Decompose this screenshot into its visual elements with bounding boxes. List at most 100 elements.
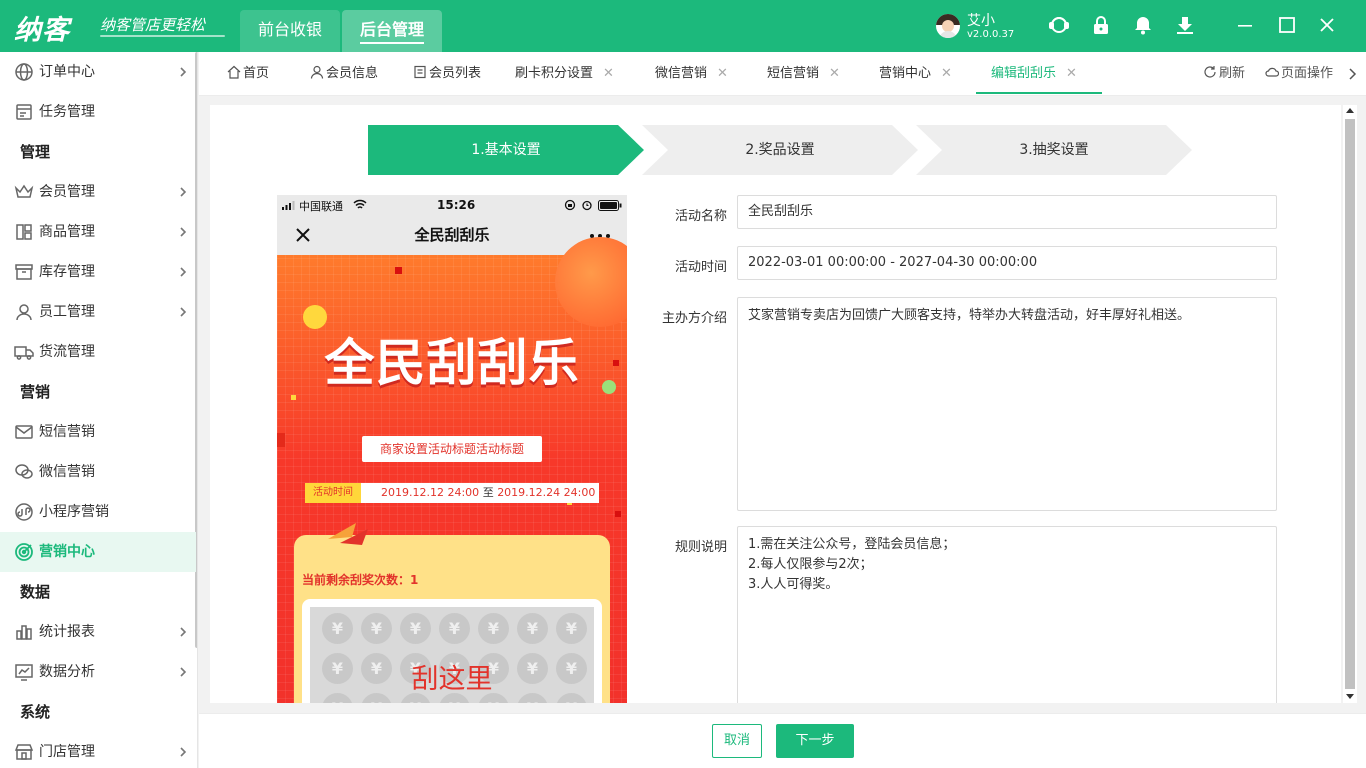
sidebar-item-analysis[interactable]: 数据分析 [0,652,196,692]
tab-marketing-center[interactable]: 营销中心 ✕ [879,52,952,96]
sidebar-group-manage: 管理 [20,143,51,161]
rules-textarea[interactable]: 1.需在关注公众号，登陆会员信息； 2.每人仅限参与2次； 3.人人可得奖。 [737,526,1277,703]
coin-icon: ¥ [478,613,509,644]
tab-label: 微信营销 [655,66,708,81]
app-slogan: 纳客管店更轻松 [100,16,206,34]
phone-activity-time: 活动时间 2019.12.12 24:00 至 2019.12.24 24:00 [305,483,599,503]
decor-confetti [395,267,402,274]
chevron-right-icon [180,227,187,237]
sidebar-item-tasks[interactable]: 任务管理 [0,92,196,132]
alarm-icon [582,200,592,211]
sidebar-item-miniprogram[interactable]: 小程序营销 [0,492,196,532]
grid-icon [16,224,32,240]
tab-wechat-marketing[interactable]: 微信营销 ✕ [655,52,728,96]
coin-icon: ¥ [517,613,548,644]
step-basic-settings[interactable]: 1.基本设置 [368,125,644,175]
tab-label: 会员信息 [326,66,379,81]
decor-confetti [291,395,296,400]
sidebar-item-orders[interactable]: 订单中心 [0,52,196,92]
cancel-button[interactable]: 取消 [712,724,762,758]
step-prize-settings[interactable]: 2.奖品设置 [642,125,918,175]
organizer-text: 艾家营销专卖店为回馈广大顾客支持，特举办大转盘活动，好丰厚好礼相送。 [748,308,1191,323]
scroll-up-icon[interactable] [1346,107,1354,115]
activity-name-label: 活动名称 [674,209,727,224]
scrollbar-thumb[interactable] [1345,119,1355,689]
minimize-icon[interactable] [1234,14,1256,36]
organizer-textarea[interactable]: 艾家营销专卖店为回馈广大顾客支持，特举办大转盘活动，好丰厚好礼相送。 [737,297,1277,511]
scroll-down-icon[interactable] [1346,692,1354,700]
tab-label: 首页 [243,66,270,81]
refresh-label: 刷新 [1219,66,1246,81]
tab-label: 营销中心 [879,66,932,81]
rules-line: 1.需在关注公众号，登陆会员信息； [748,537,956,552]
user-icon [16,304,32,321]
maximize-icon[interactable] [1276,14,1298,36]
tab-member-info[interactable]: 会员信息 [310,52,378,96]
refresh-icon [1204,66,1216,78]
phone-time-start: 2019.12.12 24:00 [381,486,480,499]
sidebar-item-stores[interactable]: 门店管理 [0,732,196,768]
phone-time-sep: 至 [482,486,494,499]
miniprogram-icon [15,503,33,521]
sidebar-item-members[interactable]: 会员管理 [0,172,196,212]
phone-remaining-count: 当前剩余刮奖次数：1 [302,573,419,587]
activity-time-label: 活动时间 [674,260,727,275]
sidebar-item-staff[interactable]: 员工管理 [0,292,196,332]
step-draw-settings[interactable]: 3.抽奖设置 [916,125,1192,175]
content-scrollbar[interactable] [1343,105,1357,703]
next-step-button[interactable]: 下一步 [776,724,854,758]
coin-icon: ¥ [322,613,353,644]
sidebar-item-label: 短信营销 [39,424,95,440]
sidebar-item-sms[interactable]: 短信营销 [0,412,196,452]
mail-icon [15,425,33,439]
chevron-right-icon [180,627,187,637]
box-icon [15,264,33,280]
sidebar-item-wechat[interactable]: 微信营销 [0,452,196,492]
sidebar-item-label: 任务管理 [39,104,95,120]
main-tab-label: 前台收银 [257,20,322,39]
sidebar-item-label: 库存管理 [39,264,95,280]
tab-home[interactable]: 首页 [227,52,269,96]
tab-sms-marketing[interactable]: 短信营销 ✕ [767,52,840,96]
activity-time-input[interactable]: 2022-03-01 00:00:00 - 2027-04-30 00:00:0… [737,246,1277,280]
page-actions-button[interactable]: 页面操作 [1265,52,1333,96]
home-icon [227,65,241,79]
close-icon[interactable] [1316,14,1338,36]
sidebar-item-marketing-center[interactable]: 营销中心 [0,532,196,572]
sidebar-item-products[interactable]: 商品管理 [0,212,196,252]
activity-name-input[interactable]: 全民刮刮乐 [737,195,1277,229]
tab-close-icon[interactable]: ✕ [941,66,952,81]
phone-activity-subtitle: 商家设置活动标题活动标题 [362,436,542,462]
cloud-icon [1265,67,1279,77]
tab-member-list[interactable]: 会员列表 [413,52,481,96]
tab-edit-scratch[interactable]: 编辑刮刮乐 ✕ [991,52,1077,96]
lock-icon[interactable] [1090,14,1112,36]
rules-line: 2.每人仅限参与2次； [748,557,873,572]
tab-close-icon[interactable]: ✕ [603,66,614,81]
sidebar-item-label: 员工管理 [39,304,95,320]
tab-close-icon[interactable]: ✕ [829,66,840,81]
phone-scratch-text: 刮这里 [411,664,493,695]
sidebar-group-marketing: 营销 [20,383,51,401]
main-tab-cashier[interactable]: 前台收银 [240,10,340,52]
tab-card-points[interactable]: 刷卡积分设置 ✕ [515,52,614,96]
support-icon[interactable] [1048,14,1070,36]
slogan-underline [100,35,225,37]
sidebar-item-label: 数据分析 [39,664,95,680]
refresh-button[interactable]: 刷新 [1203,52,1245,96]
bell-icon[interactable] [1132,14,1154,36]
sidebar-item-logistics[interactable]: 货流管理 [0,332,196,372]
user-name: 艾小 [967,13,995,29]
sidebar-item-inventory[interactable]: 库存管理 [0,252,196,292]
coin-icon: ¥ [556,613,587,644]
chevron-right-icon[interactable] [1347,68,1357,80]
tab-close-icon[interactable]: ✕ [717,66,728,81]
download-icon[interactable] [1174,14,1196,36]
decor-confetti [277,433,285,447]
scratch-area: ¥¥¥¥¥¥¥¥¥¥¥¥¥¥¥¥¥¥¥¥¥刮这里 [310,607,594,703]
sidebar-item-reports[interactable]: 统计报表 [0,612,196,652]
tab-close-icon[interactable]: ✕ [1066,66,1077,81]
phone-banner-title: 全民刮刮乐 [324,334,580,392]
main-tab-admin[interactable]: 后台管理 [342,10,442,52]
sidebar: 订单中心 任务管理 管理 会员管理 商品管理 库存管理 员工管理 货流管理 营销… [0,52,198,768]
